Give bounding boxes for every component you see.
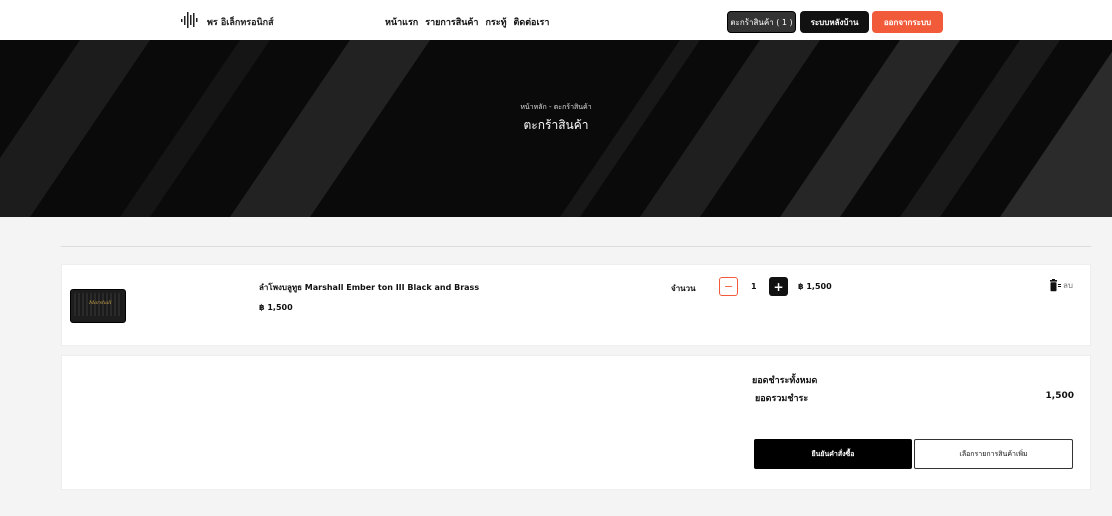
sound-wave-logo-icon[interactable] <box>180 10 200 30</box>
product-image-brand: Marshall <box>89 300 112 306</box>
delete-label: ลบ <box>1063 281 1073 290</box>
admin-button[interactable]: ระบบหลังบ้าน <box>800 11 869 33</box>
logout-button[interactable]: ออกจากระบบ <box>872 11 943 33</box>
confirm-order-button[interactable]: ยืนยันคำสั่งซื้อ <box>754 439 912 469</box>
nav-contact[interactable]: ติดต่อเรา <box>514 15 550 29</box>
plus-icon: + <box>773 279 784 294</box>
product-image[interactable]: Marshall <box>70 289 126 323</box>
line-total: ฿ 1,500 <box>798 282 832 291</box>
product-price: ฿ 1,500 <box>259 303 293 312</box>
order-summary: ยอดชำระทั้งหมด ยอดรวมชำระ 1,500 ยืนยันคำ… <box>61 355 1091 490</box>
nav-home[interactable]: หน้าแรก <box>385 15 418 29</box>
total-label: ยอดรวมชำระ <box>755 394 809 404</box>
nav-forum[interactable]: กระทู้ <box>485 15 506 29</box>
quantity-value: 1 <box>751 282 757 291</box>
trash-icon <box>1050 279 1061 292</box>
main-nav: หน้าแรก รายการสินค้า กระทู้ ติดต่อเรา <box>385 15 549 29</box>
product-name[interactable]: ลำโพงบลูทูธ Marshall Ember ton III Black… <box>259 281 479 294</box>
cart-button[interactable]: ตะกร้าสินค้า ( 1 ) <box>727 11 796 33</box>
page-title: ตะกร้าสินค้า <box>523 118 589 132</box>
cart-item: Marshall ลำโพงบลูทูธ Marshall Ember ton … <box>61 264 1091 346</box>
minus-icon: − <box>723 280 734 293</box>
section-divider <box>61 246 1091 247</box>
quantity-label: จำนวน <box>671 284 696 293</box>
decrease-quantity-button[interactable]: − <box>719 277 738 296</box>
total-value: 1,500 <box>1045 391 1074 401</box>
top-navbar: พร อิเล็กทรอนิกส์ หน้าแรก รายการสินค้า ก… <box>0 0 1112 40</box>
summary-title: ยอดชำระทั้งหมด <box>752 376 818 386</box>
increase-quantity-button[interactable]: + <box>769 277 788 296</box>
continue-shopping-button[interactable]: เลือกรายการสินค้าเพิ่ม <box>914 439 1073 469</box>
delete-item-button[interactable]: ลบ <box>1049 279 1073 292</box>
breadcrumb: หน้าหลัก - ตะกร้าสินค้า <box>520 103 592 111</box>
hero-banner: หน้าหลัก - ตะกร้าสินค้า ตะกร้าสินค้า <box>0 40 1112 217</box>
brand-name[interactable]: พร อิเล็กทรอนิกส์ <box>207 15 274 29</box>
nav-products[interactable]: รายการสินค้า <box>425 15 478 29</box>
